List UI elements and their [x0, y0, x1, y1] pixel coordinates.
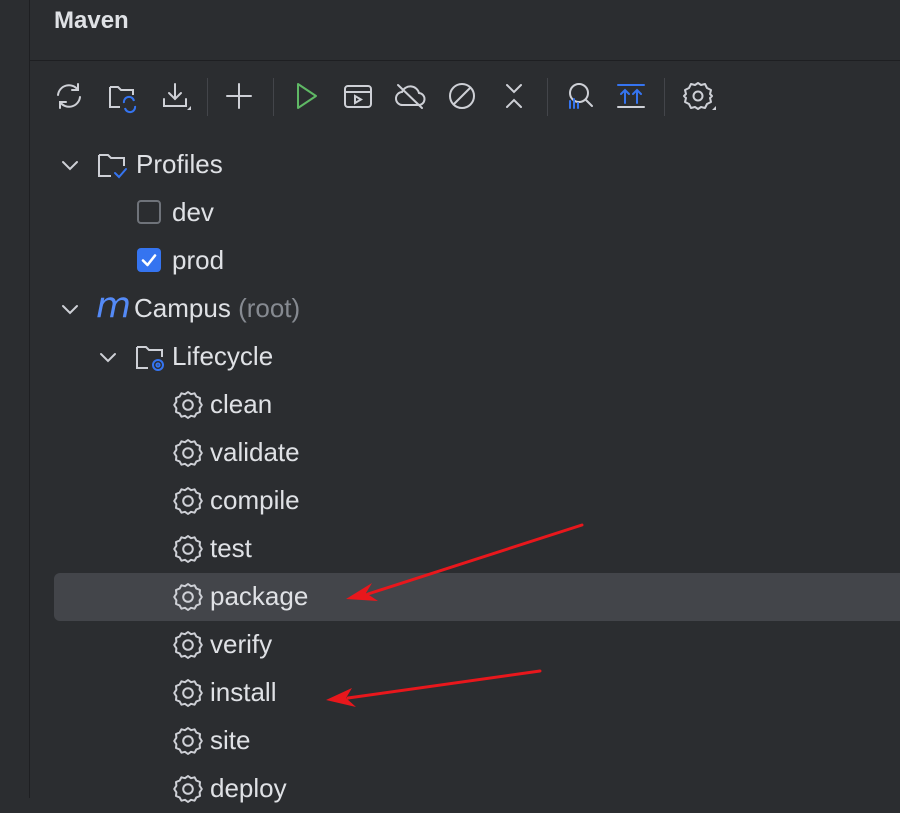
tree-node-profiles[interactable]: Profiles — [30, 141, 900, 189]
gear-icon — [172, 389, 204, 421]
lifecycle-goal-package[interactable]: package — [54, 573, 900, 621]
chevron-down-icon[interactable] — [57, 152, 83, 178]
profile-item-dev[interactable]: dev — [30, 189, 900, 237]
lifecycle-goal-test[interactable]: test — [30, 525, 900, 573]
lifecycle-folder-icon — [134, 341, 166, 373]
generate-sources-button[interactable] — [103, 77, 141, 115]
toggle-offline-button[interactable] — [391, 77, 429, 115]
gear-icon — [172, 725, 204, 757]
execute-goal-button[interactable] — [339, 77, 377, 115]
project-root-suffix: (root) — [238, 293, 301, 323]
maven-project-icon: m — [96, 285, 132, 326]
skip-tests-icon — [449, 83, 475, 109]
lifecycle-goal-verify[interactable]: verify — [30, 621, 900, 669]
goal-label: compile — [210, 485, 300, 515]
goal-label: test — [210, 533, 252, 563]
reload-icon — [57, 83, 81, 109]
download-sources-button[interactable] — [156, 77, 194, 115]
profile-label: prod — [172, 245, 225, 275]
goal-label: site — [210, 725, 251, 755]
analyze-dependencies-button[interactable] — [560, 77, 598, 115]
toolbar-separator — [664, 78, 665, 116]
gear-icon — [172, 773, 204, 805]
run-icon — [297, 83, 317, 109]
tree-node-lifecycle[interactable]: Lifecycle — [30, 333, 900, 381]
gear-icon — [172, 437, 204, 469]
tree-node-project[interactable]: m Campus (root) — [30, 285, 900, 333]
lifecycle-goal-deploy[interactable]: deploy — [30, 765, 900, 813]
execute-goal-icon — [344, 85, 372, 108]
lifecycle-goal-clean[interactable]: clean — [30, 381, 900, 429]
analyze-dependencies-icon — [569, 83, 593, 109]
lifecycle-goal-site[interactable]: site — [30, 717, 900, 765]
gear-icon — [172, 485, 204, 517]
goal-label: verify — [210, 629, 273, 659]
offline-mode-icon — [395, 84, 426, 109]
expand-all-icon — [617, 84, 645, 108]
lifecycle-goal-install[interactable]: install — [30, 669, 900, 717]
goal-label: clean — [210, 389, 273, 419]
goal-label: validate — [210, 437, 300, 467]
project-label: Campus (root) — [134, 293, 300, 324]
panel-title: Maven — [54, 7, 129, 34]
add-icon — [226, 83, 252, 109]
generate-sources-icon — [109, 86, 137, 114]
maven-tool-window: Maven Profiles dev prod m Campus (root) … — [30, 0, 900, 803]
chevron-down-icon[interactable] — [57, 296, 83, 322]
gear-icon — [172, 677, 204, 709]
add-project-button[interactable] — [220, 77, 258, 115]
gear-icon — [172, 581, 204, 613]
profile-item-prod[interactable]: prod — [30, 237, 900, 285]
collapse-all-icon — [506, 84, 522, 108]
collapse-all-button[interactable] — [495, 77, 533, 115]
profiles-folder-icon — [96, 149, 128, 181]
lifecycle-goal-validate[interactable]: validate — [30, 429, 900, 477]
title-divider — [30, 60, 900, 61]
profile-checkbox-unchecked[interactable] — [137, 200, 161, 224]
download-icon — [163, 83, 191, 110]
maven-settings-button[interactable] — [679, 77, 717, 115]
goal-label: install — [210, 677, 277, 707]
lifecycle-goal-compile[interactable]: compile — [30, 477, 900, 525]
project-name: Campus — [134, 293, 231, 323]
tree-node-label: Profiles — [136, 149, 223, 179]
profile-label: dev — [172, 197, 214, 227]
toolbar-separator — [207, 78, 208, 116]
checkmark-icon — [141, 254, 157, 267]
skip-tests-button[interactable] — [443, 77, 481, 115]
chevron-down-icon[interactable] — [95, 344, 121, 370]
goal-label: deploy — [210, 773, 287, 803]
gear-icon — [172, 533, 204, 565]
gear-icon — [172, 629, 204, 661]
settings-icon — [683, 82, 716, 110]
tool-window-stripe — [0, 0, 30, 798]
toolbar-separator — [547, 78, 548, 116]
reload-button[interactable] — [50, 77, 88, 115]
goal-label: package — [210, 581, 309, 611]
tree-node-label: Lifecycle — [172, 341, 274, 371]
profile-checkbox-checked[interactable] — [137, 248, 161, 272]
run-button[interactable] — [287, 77, 325, 115]
expand-all-button[interactable] — [612, 77, 650, 115]
toolbar-separator — [273, 78, 274, 116]
